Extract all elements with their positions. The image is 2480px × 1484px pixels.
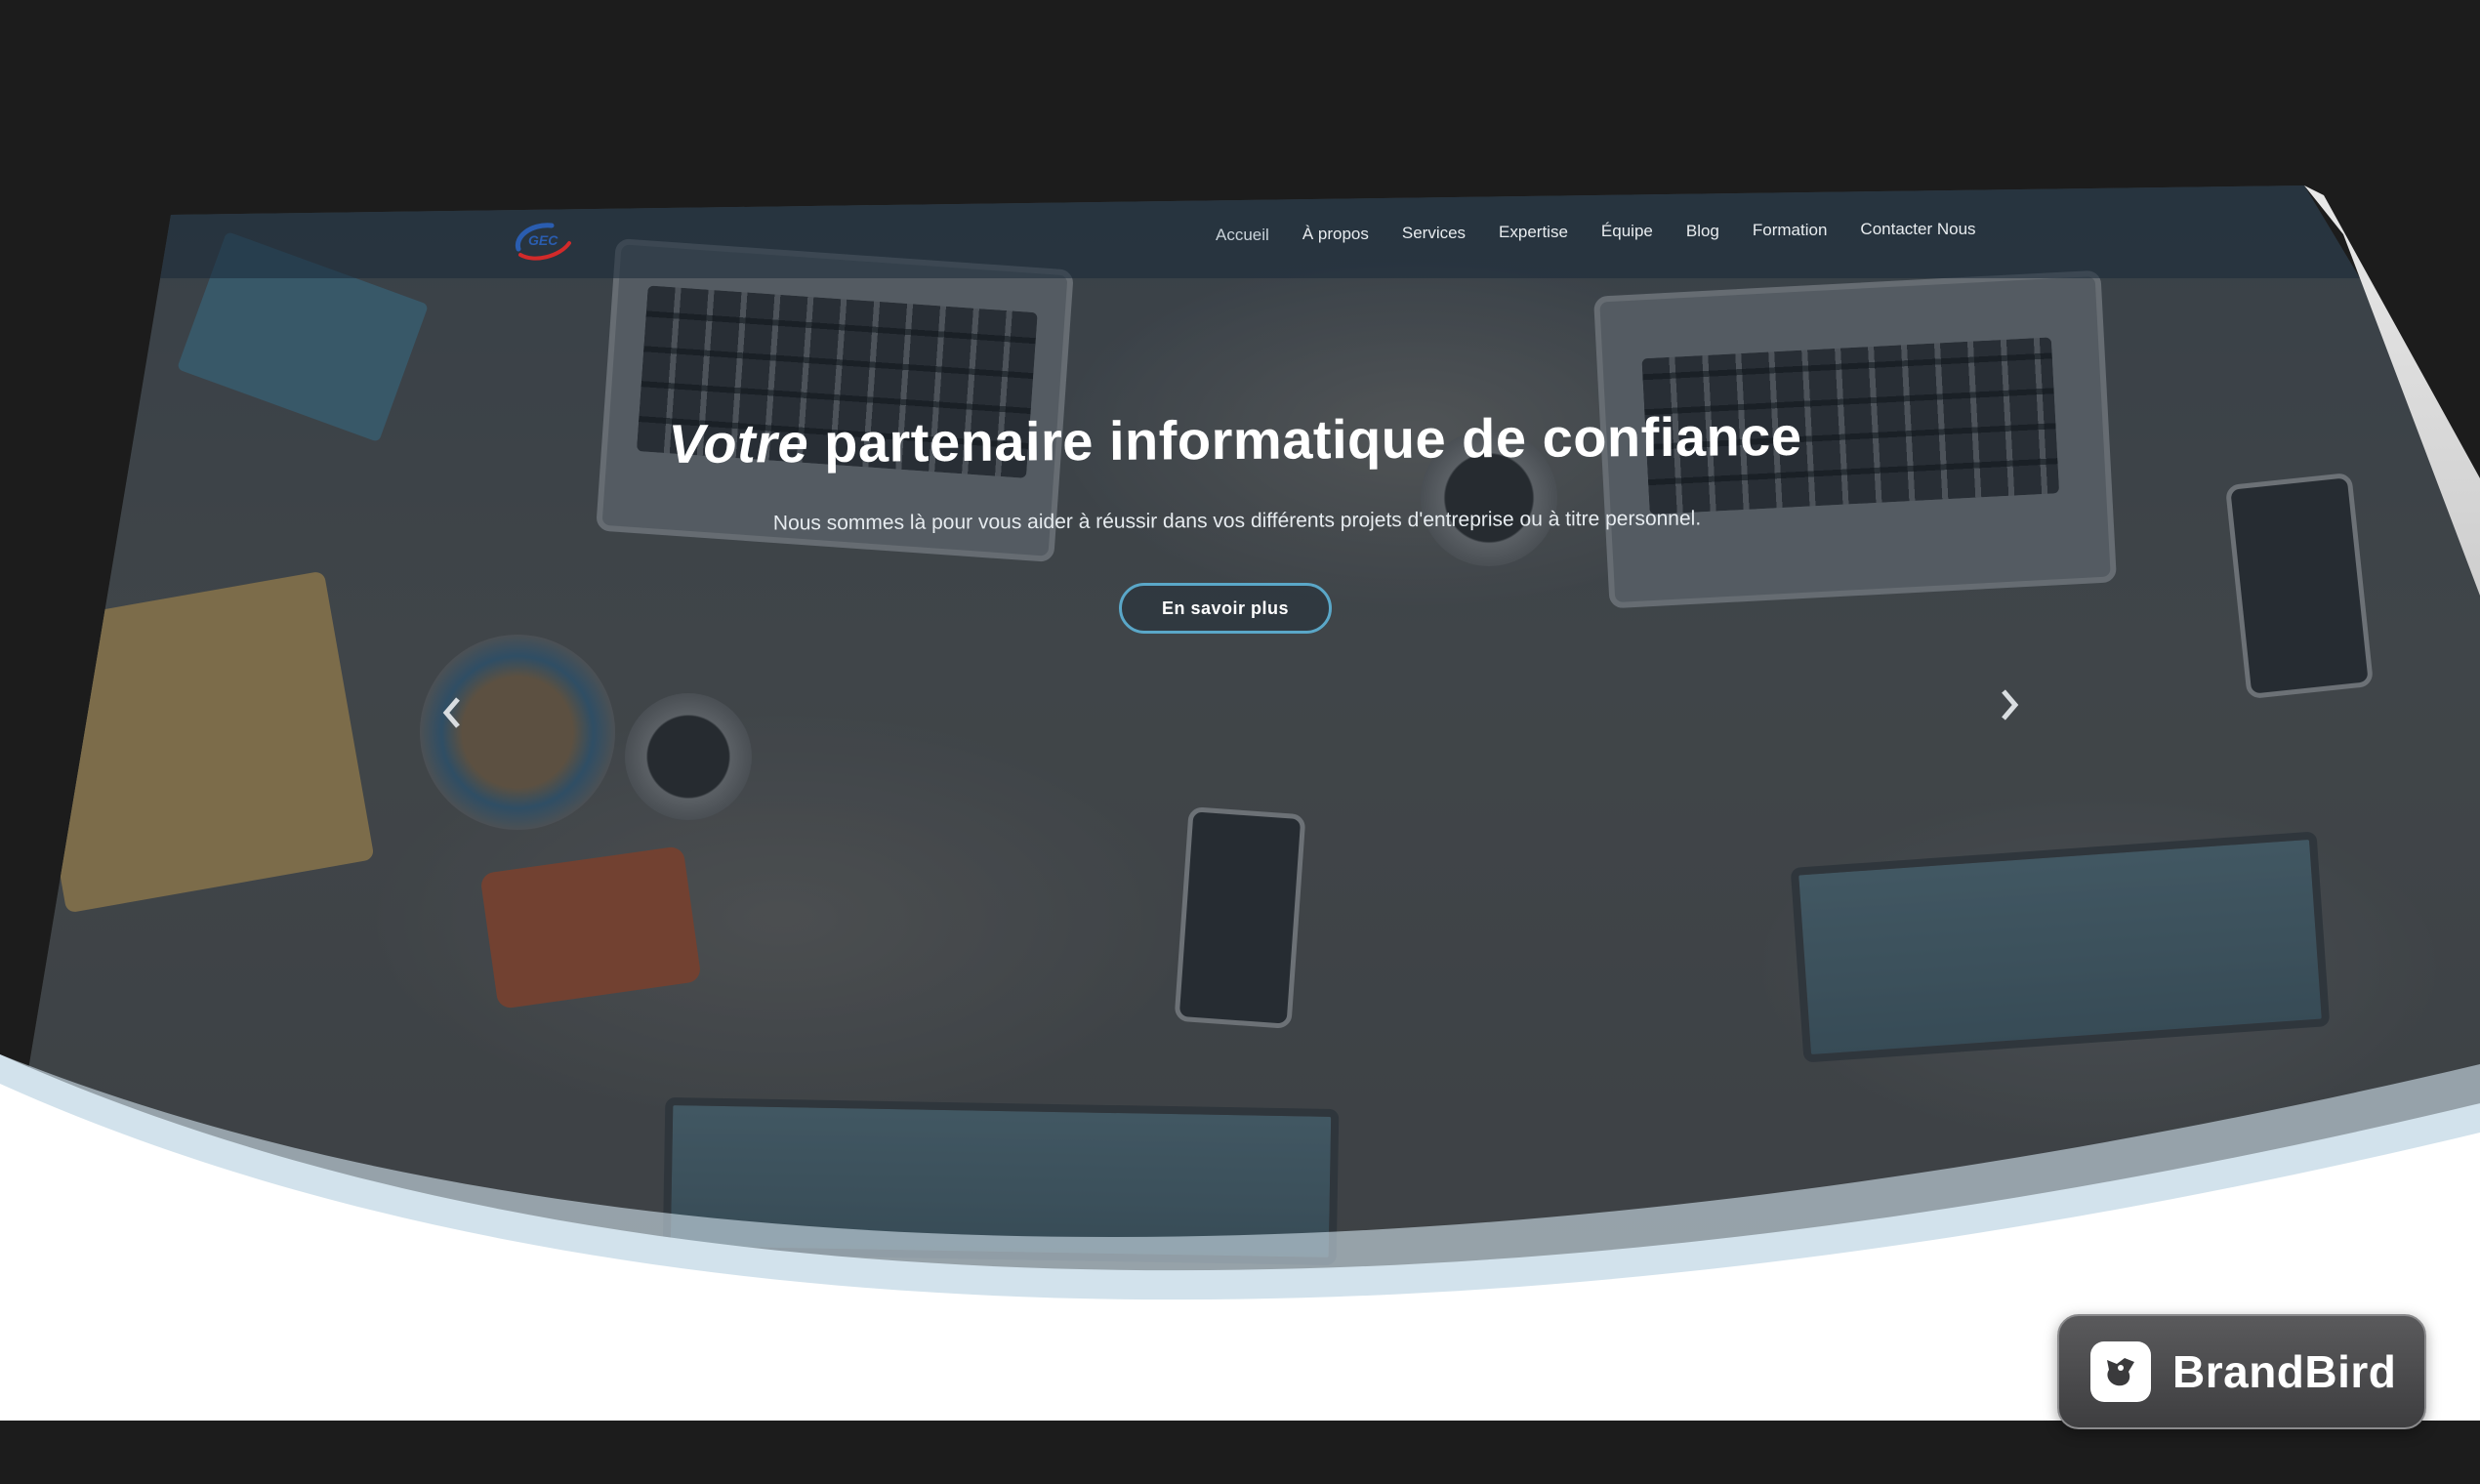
hero-title-first-word: Votre: [668, 412, 809, 475]
gec-logo[interactable]: GEC: [513, 220, 571, 263]
nav-item-expertise[interactable]: Expertise: [1482, 223, 1585, 242]
chevron-right-icon[interactable]: [1990, 685, 2029, 724]
mockup-stage: GEC Accueil À propos Services Expertise …: [0, 0, 2480, 1484]
nav-item-equipe[interactable]: Équipe: [1585, 222, 1670, 241]
nav-item-services[interactable]: Services: [1385, 224, 1482, 243]
brandbird-badge[interactable]: BrandBird: [2057, 1314, 2426, 1429]
nav-item-contacter-nous[interactable]: Contacter Nous: [1843, 220, 1992, 239]
hero-title-rest: partenaire informatique de confiance: [807, 404, 1802, 474]
en-savoir-plus-button[interactable]: En savoir plus: [1119, 583, 1332, 634]
gec-logo-icon: GEC: [515, 223, 571, 261]
brandbird-logo-icon: [2090, 1341, 2151, 1402]
top-navbar: GEC Accueil À propos Services Expertise …: [0, 186, 2480, 278]
bottom-dark-bar: [0, 1421, 2480, 1484]
nav-item-blog[interactable]: Blog: [1670, 222, 1736, 241]
chevron-left-icon[interactable]: [433, 693, 472, 732]
nav-item-a-propos[interactable]: À propos: [1286, 225, 1385, 244]
nav-item-accueil[interactable]: Accueil: [1199, 226, 1286, 245]
logo-text: GEC: [528, 232, 558, 248]
nav-menu: Accueil À propos Services Expertise Équi…: [1199, 220, 1993, 245]
nav-item-formation[interactable]: Formation: [1736, 221, 1844, 240]
brandbird-name: BrandBird: [2172, 1346, 2397, 1397]
